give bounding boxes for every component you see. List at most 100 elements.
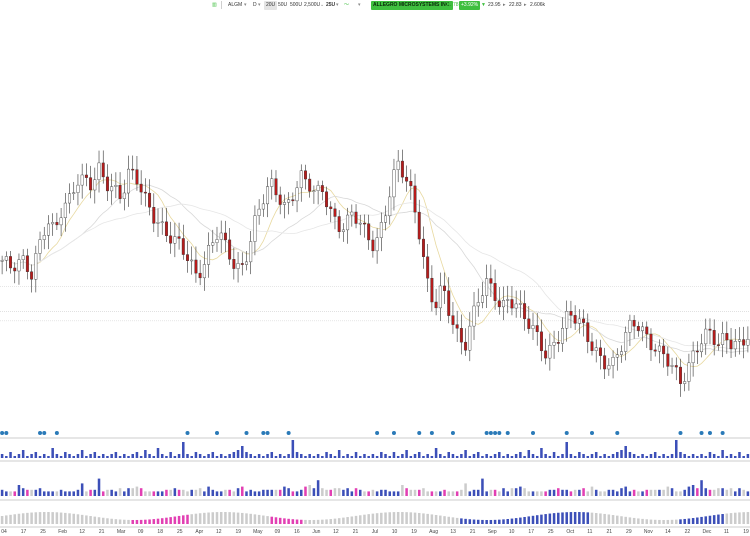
x-tick-label: 19 xyxy=(411,529,417,535)
candle-body xyxy=(207,245,211,265)
volume-bar xyxy=(135,519,139,524)
x-tick-label: 10 xyxy=(392,529,398,535)
volume-bar xyxy=(384,454,387,458)
volume-bar xyxy=(506,454,509,458)
volume-bar xyxy=(101,517,105,524)
volume-bar xyxy=(135,486,139,496)
candle-body xyxy=(438,285,442,309)
volume-bar xyxy=(498,452,501,458)
candle-body xyxy=(472,305,476,327)
candle-body xyxy=(110,186,114,192)
volume-bar xyxy=(190,456,193,458)
volume-bar xyxy=(464,450,467,458)
candle-body xyxy=(426,256,430,279)
volume-bar xyxy=(274,456,278,458)
volume-bar xyxy=(203,512,206,524)
candle-body xyxy=(375,237,379,252)
candle-body xyxy=(620,351,623,355)
volume-bar xyxy=(472,489,476,496)
candle-body xyxy=(565,311,569,329)
candle-body xyxy=(700,343,704,353)
volume-bar xyxy=(675,519,678,524)
volume-bar xyxy=(207,454,210,458)
volume-bar xyxy=(329,454,333,458)
volume-bar xyxy=(637,491,640,496)
candle-body xyxy=(173,236,177,244)
x-tick-label: 22 xyxy=(685,529,691,535)
candle-body xyxy=(485,278,489,296)
volume-bar xyxy=(203,491,206,496)
volume-bar xyxy=(552,513,556,524)
volume-bar xyxy=(9,514,12,524)
volume-bar xyxy=(337,488,341,496)
volume-bar xyxy=(110,518,113,524)
volume-bar xyxy=(325,489,328,496)
x-tick-label: 25 xyxy=(40,529,46,535)
volume-bar xyxy=(198,454,202,458)
volume-bar xyxy=(232,512,236,524)
price-chart[interactable]: 04 17 25 Feb 12 21 Mar 09 18 25 Apr 12 19 May 09 16 Jun 1… xyxy=(0,0,750,536)
volume-bar xyxy=(42,491,46,496)
volume-bar xyxy=(295,491,299,496)
volume-bar xyxy=(363,454,366,458)
volume-bar xyxy=(165,489,168,496)
x-tick-label: 11 xyxy=(724,529,729,535)
volume-bar xyxy=(241,512,244,524)
volume-bar xyxy=(198,488,202,496)
volume-bar xyxy=(666,519,670,524)
volume-bar xyxy=(144,519,147,524)
volume-bar xyxy=(729,454,733,458)
candle-body xyxy=(282,202,286,205)
volume-bar xyxy=(262,489,265,496)
candle-body xyxy=(68,193,71,204)
volume-bar xyxy=(72,491,75,496)
volume-bar xyxy=(17,513,21,524)
volume-bar xyxy=(485,454,488,458)
volume-bar xyxy=(624,516,627,524)
candle-body xyxy=(30,271,34,280)
volume-bar xyxy=(493,489,497,496)
candle-body xyxy=(649,333,653,351)
event-marker xyxy=(0,431,5,435)
volume-bar xyxy=(26,456,29,458)
volume-bar xyxy=(182,442,185,458)
volume-bar xyxy=(628,491,632,496)
volume-bar xyxy=(603,513,606,524)
candle-body xyxy=(497,300,501,308)
moving-average-line xyxy=(1,202,748,350)
volume-bar xyxy=(165,456,168,458)
volume-bar xyxy=(733,491,737,496)
volume-bar xyxy=(662,489,665,496)
volume-bar xyxy=(535,491,539,496)
volume-bar xyxy=(253,456,257,458)
volume-bar xyxy=(249,513,252,524)
volume-bar xyxy=(569,491,573,496)
volume-bar xyxy=(590,486,594,496)
volume-bar xyxy=(55,512,59,524)
event-marker xyxy=(261,431,266,435)
volume-bar xyxy=(489,489,493,496)
event-marker xyxy=(615,431,620,435)
candle-body xyxy=(742,339,746,346)
volume-bar xyxy=(101,491,105,496)
x-tick-label: Feb xyxy=(58,529,67,535)
volume-bar xyxy=(738,488,741,496)
volume-bar xyxy=(729,488,733,496)
candle-body xyxy=(746,339,750,346)
volume-bar xyxy=(409,489,413,496)
volume-bar xyxy=(468,456,472,458)
volume-bar xyxy=(527,491,531,496)
candle-body xyxy=(198,272,202,279)
volume-bar xyxy=(110,454,113,458)
volume-bar xyxy=(190,489,193,496)
volume-bar xyxy=(173,516,177,524)
volume-bar xyxy=(139,519,143,524)
candle-body xyxy=(325,191,329,208)
volume-bar xyxy=(620,516,623,524)
candle-body xyxy=(683,381,687,384)
candle-body xyxy=(299,170,303,189)
volume-bar xyxy=(632,517,636,524)
volume-bar xyxy=(599,456,602,458)
candle-body xyxy=(25,255,29,272)
volume-bar xyxy=(439,515,442,524)
